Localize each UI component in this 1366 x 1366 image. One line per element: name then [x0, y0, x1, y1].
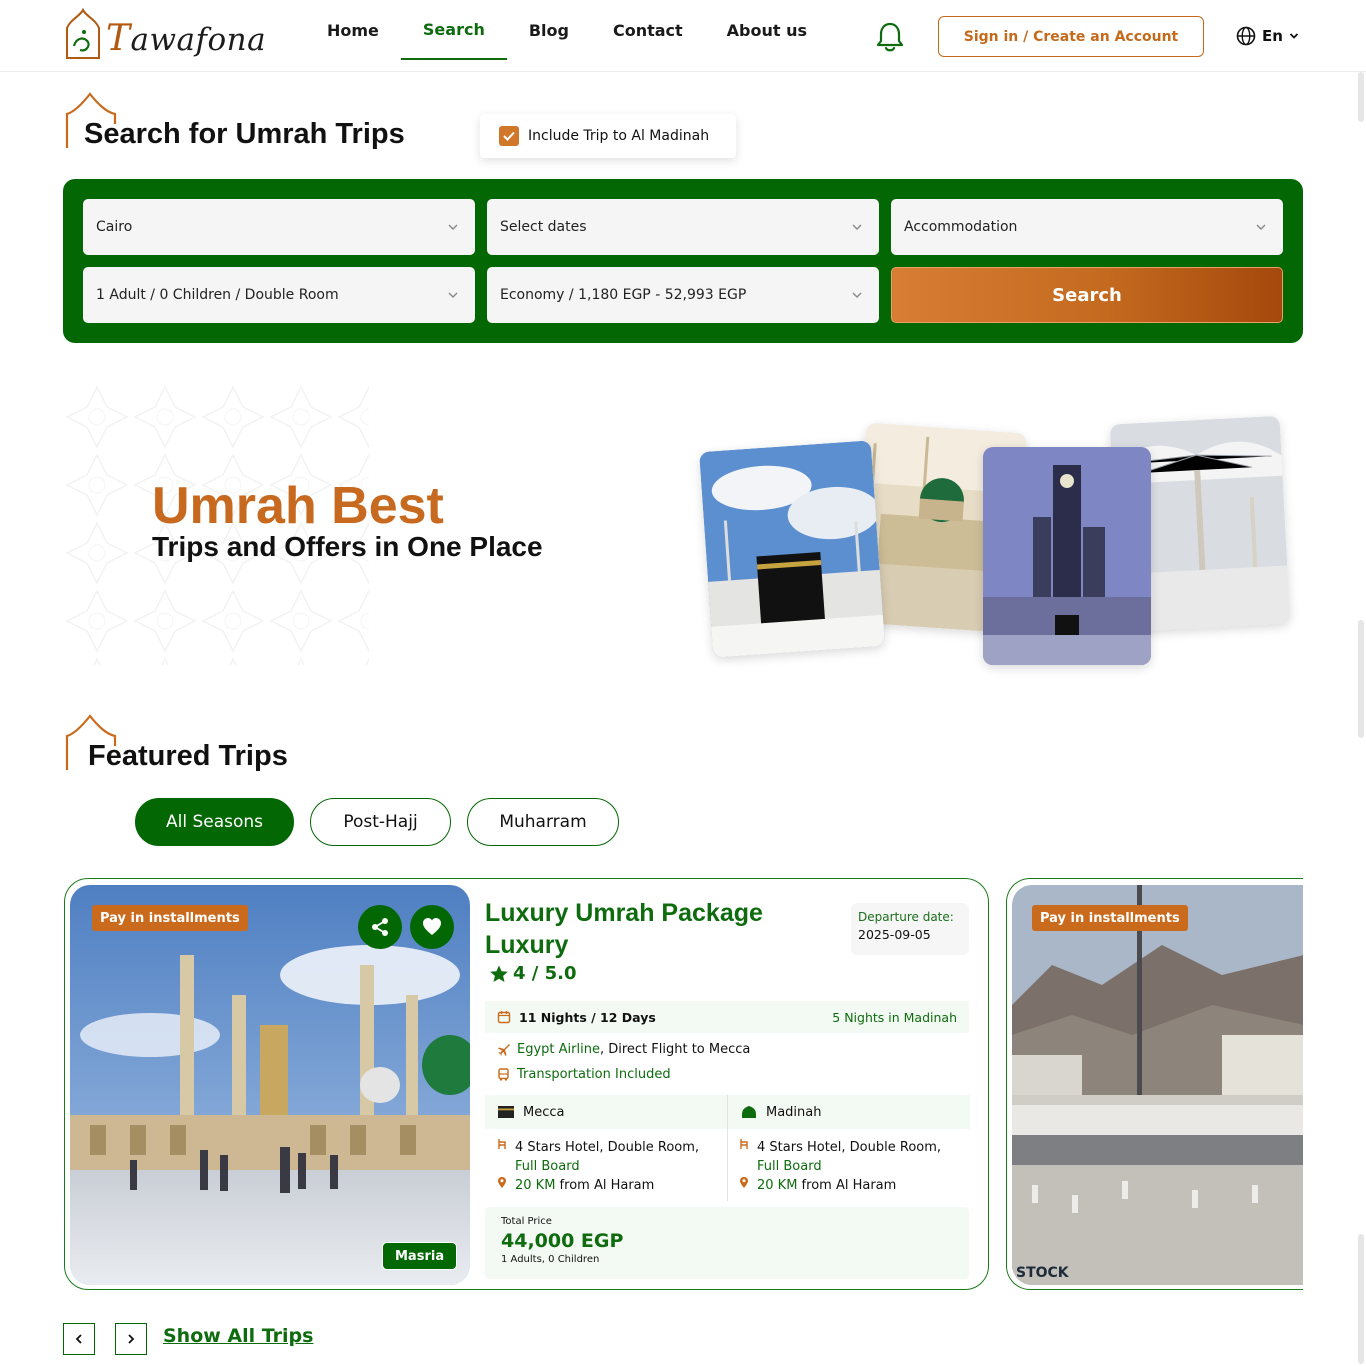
trip-duration-row: 11 Nights / 12 Days 5 Nights in Madinah: [485, 1001, 969, 1033]
page-scrollbar[interactable]: [1358, 72, 1366, 1366]
season-tabs: All Seasons Post-Hajj Muharram: [135, 798, 619, 846]
accommodation-select[interactable]: Accommodation: [891, 199, 1283, 255]
hero-title: Umrah Best: [152, 477, 444, 535]
site-header: Tawafona Home Search Blog Contact About …: [0, 0, 1366, 72]
hotels-section: Mecca Madinah 4 Stars Hotel, Double Room…: [485, 1095, 970, 1201]
hero-photo-clock-tower: [983, 447, 1151, 665]
mecca-hotel: 4 Stars Hotel, Double Room, Full Board 20…: [497, 1138, 725, 1195]
price-box: Total Price 44,000 EGP 1 Adults, 0 Child…: [485, 1207, 969, 1279]
hero-subtitle: Trips and Offers in One Place: [152, 531, 543, 562]
include-madinah-checkbox[interactable]: Include Trip to Al Madinah: [480, 114, 736, 158]
nav-contact[interactable]: Contact: [591, 0, 705, 60]
nav-search[interactable]: Search: [400, 0, 507, 60]
nav-home[interactable]: Home: [305, 0, 401, 60]
tab-muharram[interactable]: Muharram: [467, 798, 619, 846]
hero-photo-kaaba: [699, 440, 885, 658]
featured-section-title: Featured Trips: [64, 714, 324, 774]
dates-select[interactable]: Select dates: [487, 199, 879, 255]
show-all-trips-link[interactable]: Show All Trips: [163, 1325, 313, 1347]
guests-select[interactable]: 1 Adult / 0 Children / Double Room: [83, 267, 475, 323]
star-icon: [490, 965, 508, 982]
bus-icon: [498, 1068, 509, 1081]
kaaba-icon: [498, 1106, 514, 1118]
installments-badge: Pay in installments: [1032, 905, 1188, 931]
divider: [727, 1095, 728, 1201]
location-pin-icon: [740, 1177, 748, 1188]
trip-title[interactable]: Luxury Umrah Package Luxury: [485, 897, 815, 961]
plane-icon: [498, 1044, 510, 1056]
search-button[interactable]: Search: [891, 267, 1283, 323]
carousel-next-button[interactable]: [115, 1323, 147, 1355]
installments-badge: Pay in installments: [92, 905, 248, 931]
favorite-button[interactable]: [410, 905, 454, 949]
globe-icon: [1236, 26, 1256, 46]
brand-name: Tawafona: [106, 18, 267, 59]
chevron-left-icon: [75, 1334, 82, 1344]
trip-rating: 4 / 5.0: [489, 963, 577, 984]
trip-price: 44,000 EGP: [501, 1230, 624, 1252]
madinah-hotel: 4 Stars Hotel, Double Room, Full Board 20…: [739, 1138, 967, 1195]
chevron-down-icon: [448, 292, 458, 298]
check-icon: [499, 126, 519, 146]
brand-logo[interactable]: Tawafona: [62, 8, 266, 66]
share-button[interactable]: [358, 905, 402, 949]
tab-all-seasons[interactable]: All Seasons: [135, 798, 294, 846]
mecca-header: Mecca: [485, 1095, 727, 1129]
share-icon: [372, 918, 388, 936]
sign-in-button[interactable]: Sign in / Create an Account: [938, 16, 1204, 57]
nav-blog[interactable]: Blog: [507, 0, 591, 60]
heart-icon: [423, 918, 441, 935]
transport-info: Transportation Included: [497, 1067, 671, 1082]
hotel-icon: [740, 1139, 748, 1149]
hotel-icon: [498, 1139, 506, 1149]
watermark-text: STOCK: [1016, 1265, 1069, 1281]
search-panel: Cairo Select dates Accommodation 1 Adult…: [63, 179, 1303, 343]
include-madinah-label: Include Trip to Al Madinah: [528, 128, 710, 144]
main-nav: Home Search Blog Contact About us: [305, 0, 829, 72]
trip-card[interactable]: Pay in installments Masria Luxury Umrah …: [64, 878, 989, 1290]
logo-mark-icon: [66, 8, 100, 59]
nav-about-us[interactable]: About us: [705, 0, 829, 60]
location-pin-icon: [498, 1177, 506, 1188]
search-section-title: Search for Umrah Trips: [64, 92, 444, 152]
tab-post-hajj[interactable]: Post-Hajj: [310, 798, 451, 846]
chevron-right-icon: [128, 1334, 135, 1344]
chevron-down-icon: [1289, 33, 1299, 39]
budget-select[interactable]: Economy / 1,180 EGP - 52,993 EGP: [487, 267, 879, 323]
bell-icon[interactable]: [874, 20, 906, 54]
departure-date-box: Departure date: 2025-09-05: [851, 903, 969, 955]
chevron-down-icon: [852, 292, 862, 298]
trip-image: Pay in installments STOCK: [1012, 885, 1303, 1285]
chevron-down-icon: [1256, 224, 1266, 230]
chevron-down-icon: [448, 224, 458, 230]
mosque-dome-icon: [742, 1106, 756, 1118]
madinah-header: Madinah: [728, 1095, 970, 1129]
calendar-icon: [497, 1011, 511, 1024]
language-label: En: [1262, 27, 1283, 45]
trip-image: Pay in installments Masria: [70, 885, 470, 1285]
carousel-prev-button[interactable]: [63, 1323, 95, 1355]
flight-info: Egypt Airline, Direct Flight to Mecca: [497, 1042, 750, 1057]
city-select[interactable]: Cairo: [83, 199, 475, 255]
trip-card[interactable]: Pay in installments STOCK: [1006, 878, 1303, 1290]
language-selector[interactable]: En: [1236, 24, 1299, 48]
agency-badge: Masria: [382, 1242, 458, 1270]
chevron-down-icon: [852, 224, 862, 230]
